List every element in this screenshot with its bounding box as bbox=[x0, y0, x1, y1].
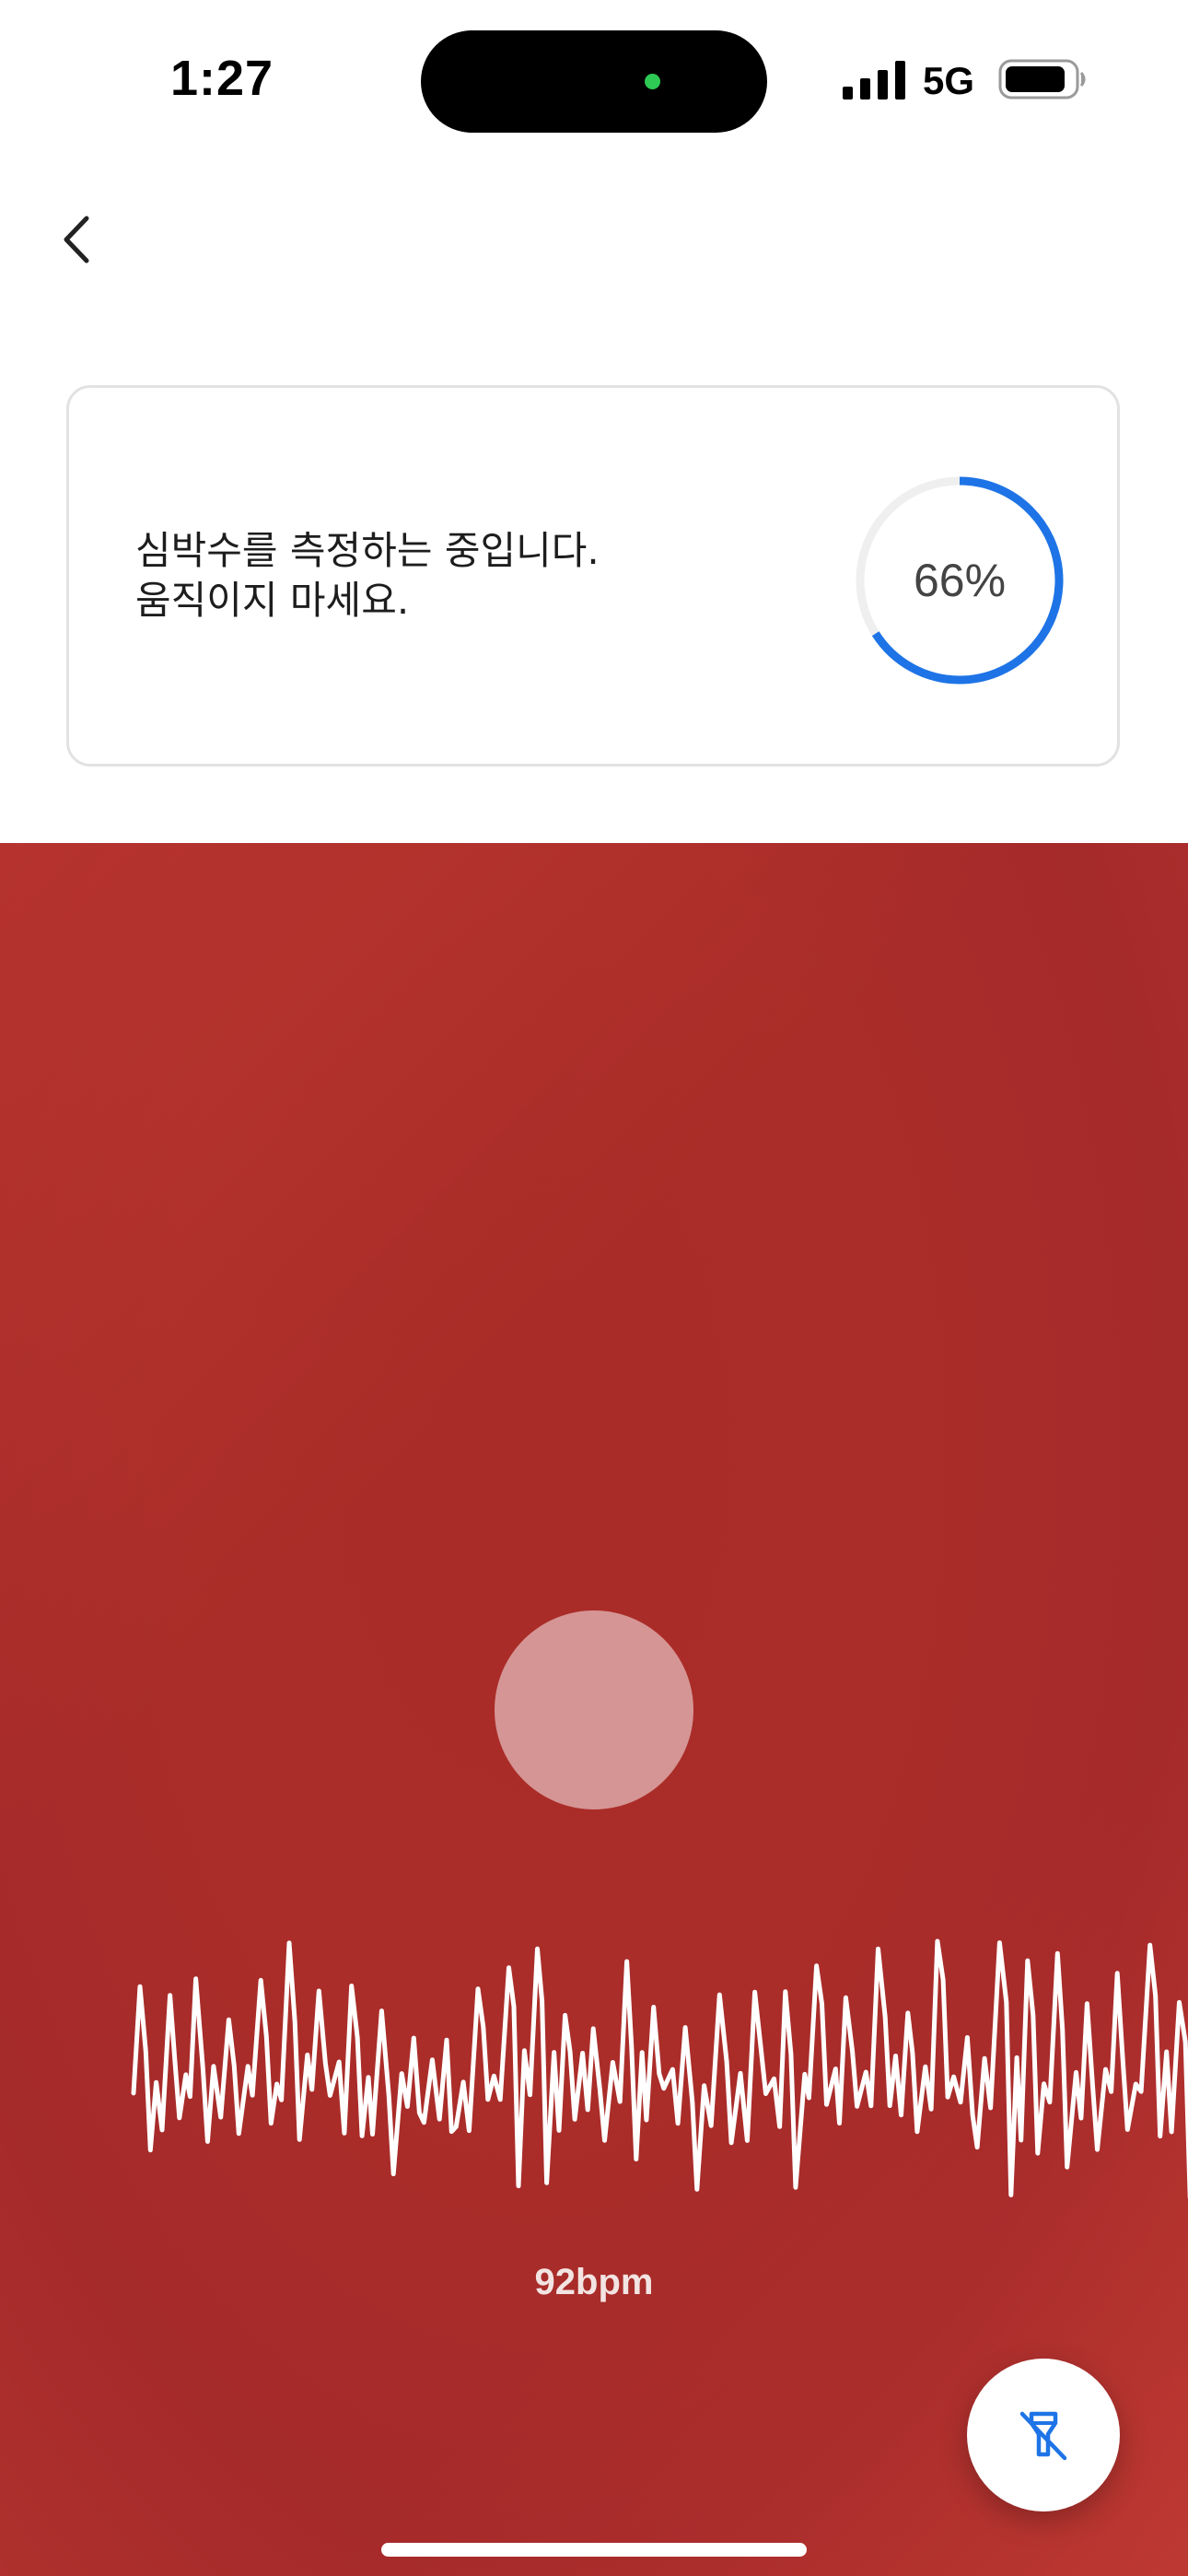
instruction-line-2: 움직이지 마세요. bbox=[135, 578, 410, 623]
dynamic-island bbox=[421, 30, 767, 133]
home-indicator bbox=[381, 2543, 807, 2557]
waveform-line bbox=[131, 1938, 1188, 2199]
network-type: 5G bbox=[923, 59, 975, 102]
finger-placement-circle bbox=[495, 1610, 693, 1809]
signal-icon bbox=[843, 61, 905, 100]
progress-percent-label: 66% bbox=[913, 555, 1007, 606]
back-button[interactable] bbox=[55, 207, 101, 272]
status-bar: 1:27 5G bbox=[0, 0, 1188, 157]
flashlight-off-icon bbox=[1019, 2411, 1067, 2461]
flashlight-toggle-button[interactable] bbox=[967, 2359, 1120, 2512]
bpm-reading: 92bpm bbox=[534, 2262, 654, 2302]
chevron-left-icon bbox=[64, 216, 89, 263]
battery-icon bbox=[998, 59, 1086, 100]
heart-rate-waveform bbox=[131, 1938, 1188, 2199]
measurement-instruction: 심박수를 측정하는 중입니다. 움직이지 마세요. bbox=[135, 526, 600, 626]
status-time: 1:27 bbox=[170, 51, 274, 106]
measurement-status-card: 심박수를 측정하는 중입니다. 움직이지 마세요. 66% bbox=[66, 385, 1120, 767]
instruction-line-1: 심박수를 측정하는 중입니다. bbox=[135, 528, 600, 573]
camera-indicator-dot bbox=[645, 74, 660, 89]
progress-ring: 66% bbox=[852, 473, 1067, 688]
camera-measurement-area: 92bpm bbox=[0, 843, 1188, 2576]
